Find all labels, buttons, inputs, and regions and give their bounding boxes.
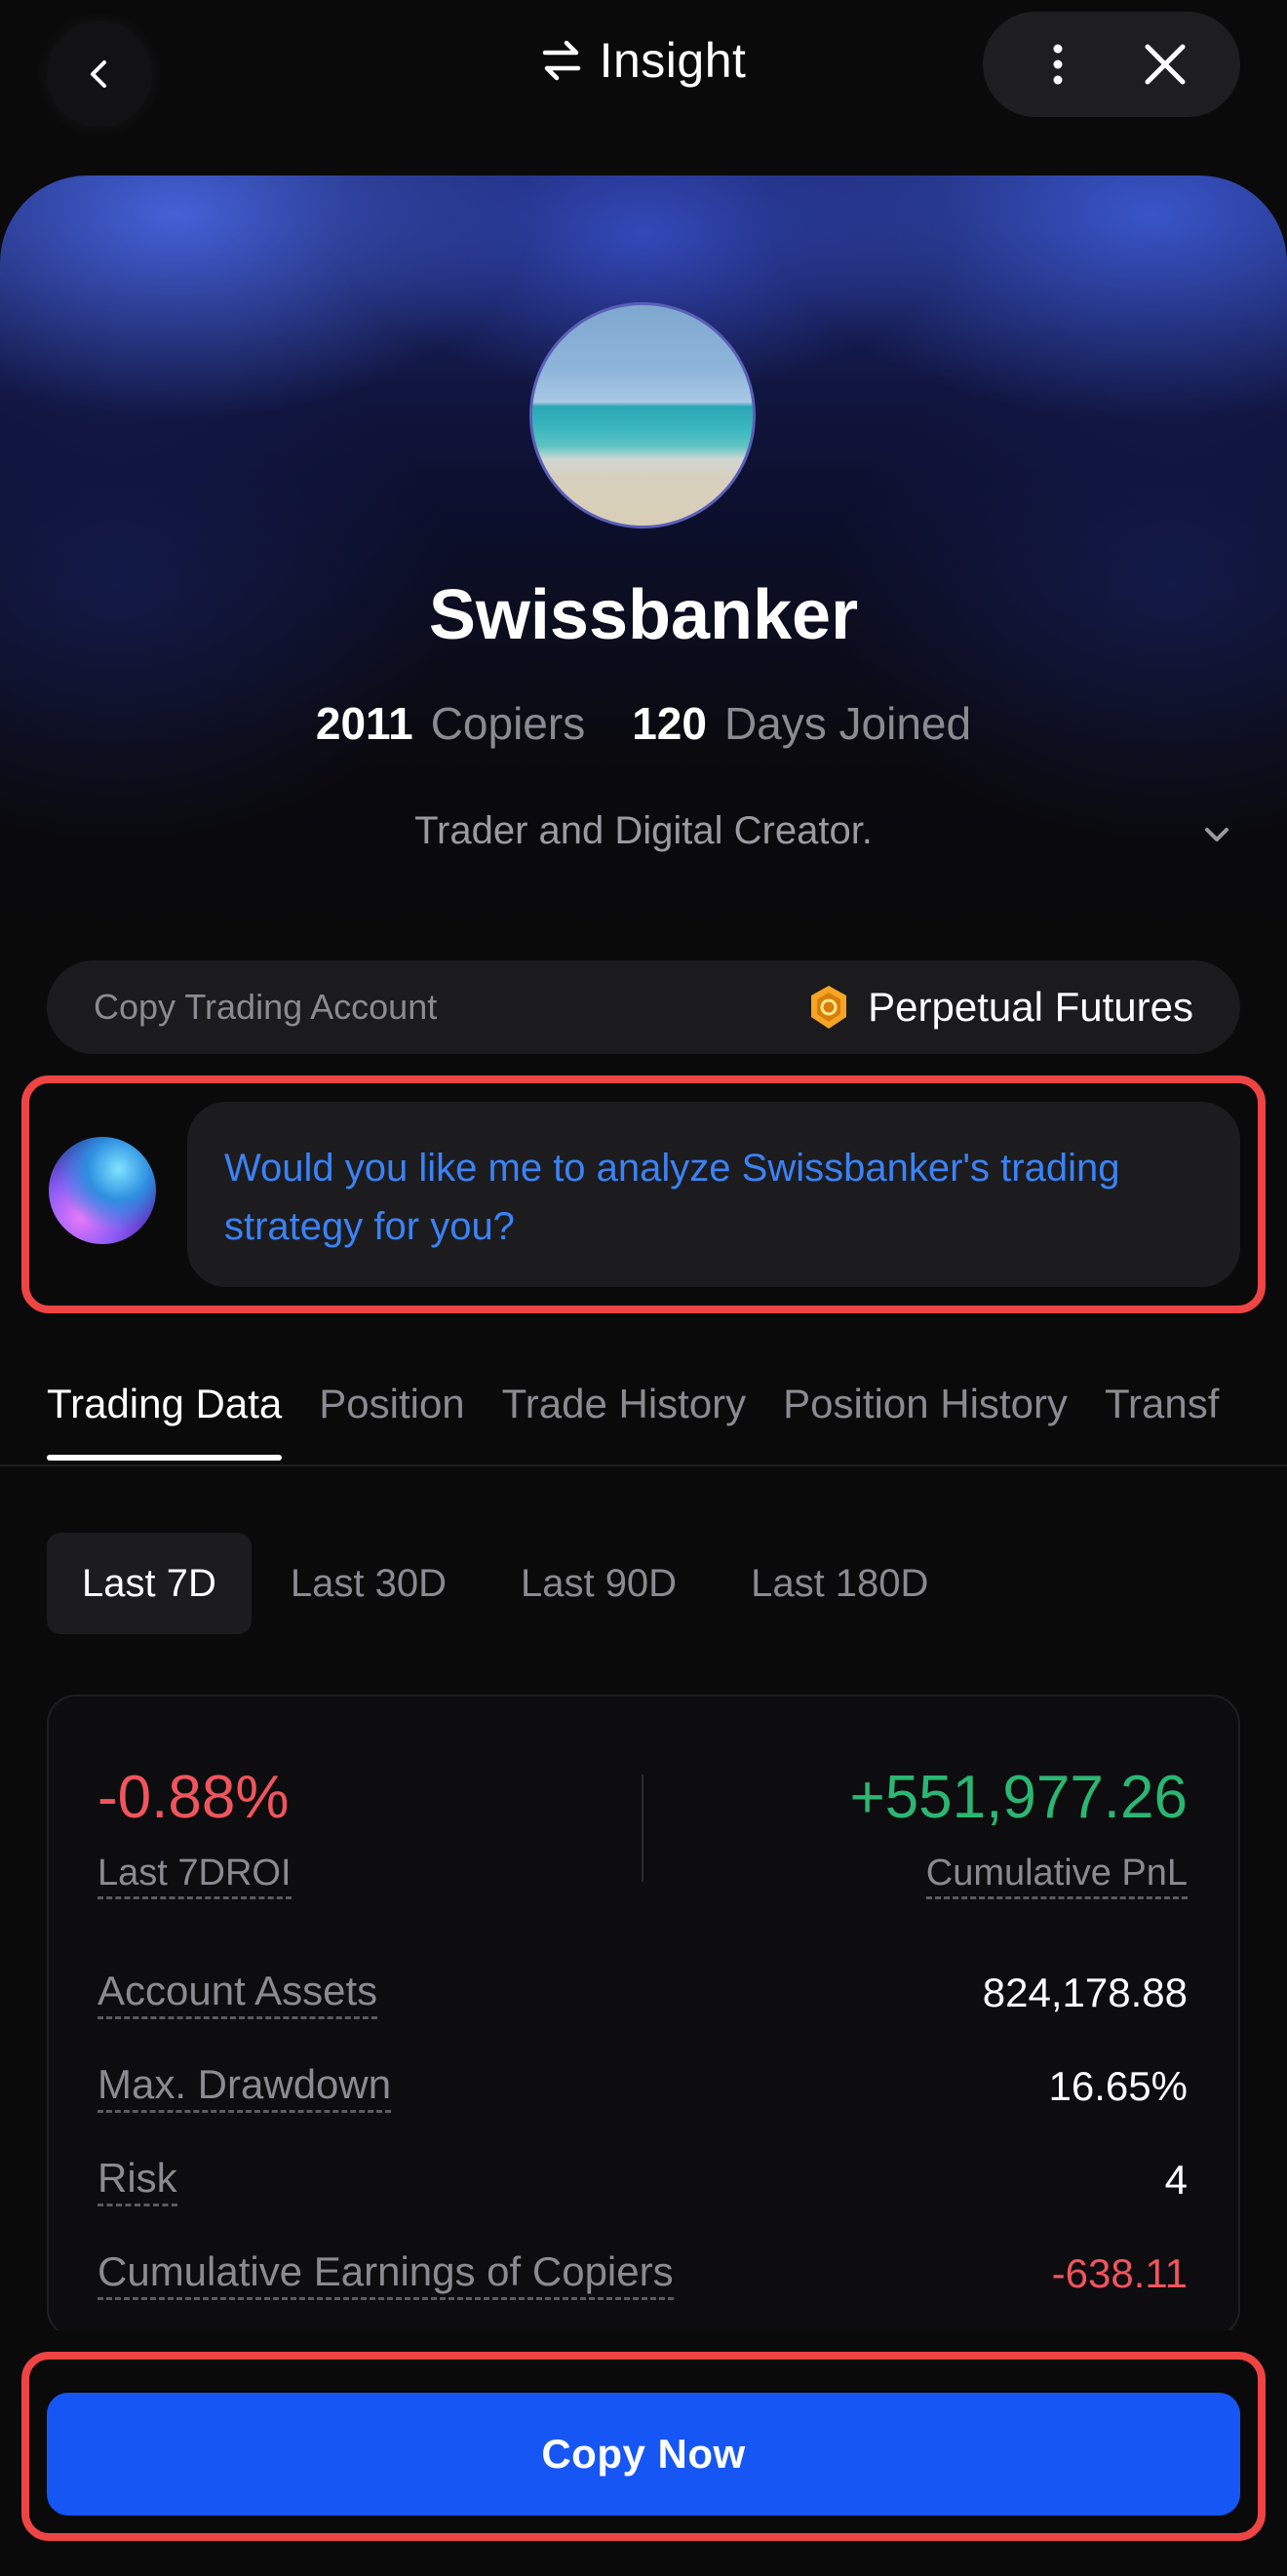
page: Insight Swissbanker 2011 Copiers 120 Day…	[0, 0, 1287, 2576]
account-type-group: Perpetual Futures	[807, 984, 1193, 1031]
period-last-7d[interactable]: Last 7D	[47, 1533, 252, 1634]
metric-row: Account Assets 824,178.88	[98, 1968, 1188, 2026]
window-controls	[983, 12, 1240, 117]
copy-now-button[interactable]: Copy Now	[47, 2393, 1240, 2516]
top-bar: Insight	[0, 0, 1287, 127]
account-label: Copy Trading Account	[94, 987, 438, 1027]
assistant-orb-icon[interactable]	[49, 1137, 156, 1244]
swap-arrows-icon	[542, 40, 580, 81]
close-icon	[1145, 44, 1186, 85]
roi-label[interactable]: Last 7DROI	[98, 1853, 292, 1899]
tab-trading-data[interactable]: Trading Data	[47, 1373, 283, 1461]
avatar[interactable]	[529, 302, 756, 528]
period-selector: Last 7D Last 30D Last 90D Last 180D	[47, 1533, 967, 1634]
more-vertical-icon	[1053, 44, 1063, 85]
chevron-down-icon[interactable]	[1197, 815, 1236, 854]
metric-label-max-drawdown[interactable]: Max. Drawdown	[98, 2061, 392, 2113]
tab-position-history[interactable]: Position History	[783, 1373, 1068, 1461]
period-last-30d[interactable]: Last 30D	[255, 1533, 482, 1634]
copiers-count: 2011	[315, 698, 413, 749]
tab-position[interactable]: Position	[319, 1373, 464, 1461]
tab-trade-history[interactable]: Trade History	[502, 1373, 747, 1461]
roi-value: -0.88%	[98, 1764, 290, 1831]
period-last-180d[interactable]: Last 180D	[716, 1533, 963, 1634]
copiers-label: Copiers	[430, 698, 586, 749]
close-button[interactable]	[1126, 25, 1204, 103]
trader-tabs: Trading Data Position Trade History Posi…	[47, 1373, 1219, 1461]
metric-value-account-assets: 824,178.88	[982, 1970, 1188, 2015]
summary-divider	[642, 1775, 644, 1882]
trader-name: Swissbanker	[428, 576, 859, 654]
metric-label-account-assets[interactable]: Account Assets	[98, 1968, 378, 2019]
metric-row: Cumulative Earnings of Copiers -638.11	[98, 2248, 1188, 2307]
tab-transfer[interactable]: Transf	[1105, 1373, 1219, 1461]
days-joined-label: Days Joined	[723, 698, 972, 749]
days-joined-count: 120	[632, 698, 707, 749]
page-title: Insight	[599, 33, 747, 88]
more-button[interactable]	[1019, 25, 1097, 103]
trader-bio: Trader and Digital Creator.	[414, 809, 873, 852]
futures-badge-icon	[811, 986, 847, 1029]
pnl-value: +551,977.26	[849, 1764, 1188, 1831]
assistant-prompt[interactable]: Would you like me to analyze Swissbanker…	[187, 1102, 1240, 1287]
profile-stats: 2011 Copiers 120 Days Joined	[0, 697, 1287, 760]
metric-value-risk: 4	[1164, 2157, 1188, 2203]
metric-value-max-drawdown: 16.65%	[1048, 2063, 1188, 2109]
metric-label-copier-earnings[interactable]: Cumulative Earnings of Copiers	[98, 2248, 674, 2300]
pnl-label[interactable]: Cumulative PnL	[925, 1853, 1188, 1899]
metric-value-copier-earnings: -638.11	[1051, 2250, 1188, 2296]
tabs-divider	[0, 1464, 1287, 1466]
account-type: Perpetual Futures	[868, 984, 1193, 1030]
metric-row: Max. Drawdown 16.65%	[98, 2061, 1188, 2120]
period-last-90d[interactable]: Last 90D	[486, 1533, 712, 1634]
metric-row: Risk 4	[98, 2155, 1188, 2213]
metric-label-risk[interactable]: Risk	[98, 2155, 177, 2206]
copy-trading-account-row[interactable]: Copy Trading Account Perpetual Futures	[47, 960, 1240, 1054]
